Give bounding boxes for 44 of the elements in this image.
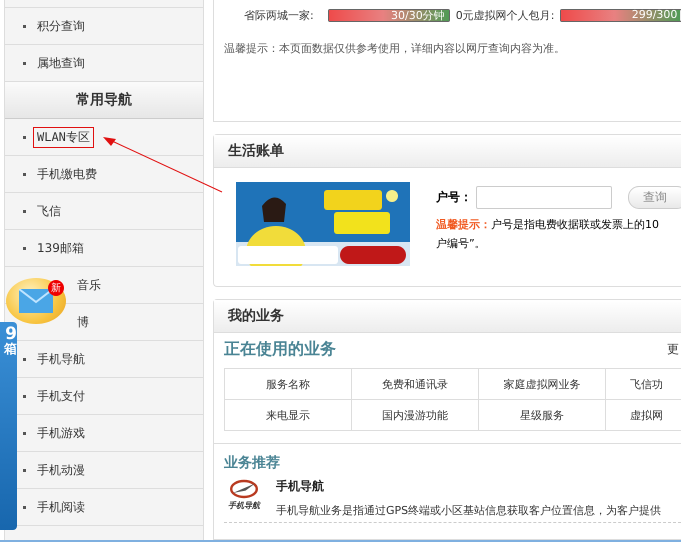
tip-text: 户编号”。 [436, 236, 486, 252]
sidebar-item[interactable]: 139邮箱 [33, 238, 88, 258]
more-link[interactable]: 更 [667, 341, 679, 358]
table-cell: 服务名称 [224, 368, 352, 400]
table-cell: 来电显示 [224, 400, 352, 430]
sidebar-item[interactable]: 飞信 [33, 200, 65, 222]
sidebar-item[interactable]: 博 [73, 312, 93, 332]
sidebar-item[interactable]: 手机动漫 [33, 460, 89, 480]
panel-text: 9 [5, 326, 17, 342]
table-cell: 家庭虚拟网业务 [478, 368, 606, 400]
field-label: 户号： [436, 189, 472, 206]
panel-text: 箱 [4, 342, 17, 358]
sidebar-item[interactable]: WLAN专区 [33, 126, 94, 148]
table-cell: 飞信功 [606, 368, 681, 400]
envelope-icon [19, 289, 53, 313]
sidebar-item[interactable]: 手机导航 [33, 348, 89, 370]
sidebar-item[interactable]: 音乐 [73, 274, 105, 296]
table-cell: 国内漫游功能 [352, 400, 478, 430]
sidebar-item[interactable]: 手机游戏 [33, 422, 89, 444]
panel-title: 生活账单 [228, 142, 284, 160]
meter-label: 省际两城一家: [244, 8, 314, 23]
account-input[interactable] [476, 186, 612, 209]
sidebar-item[interactable]: 属地查询 [33, 52, 89, 74]
new-badge: 新 [48, 280, 64, 296]
table-cell: 免费和通讯录 [352, 368, 478, 400]
meter-label: 0元虚拟网个人包月: [456, 8, 554, 23]
sidebar-item[interactable]: 手机支付 [33, 386, 89, 406]
nav-section-header: 常用导航 [5, 82, 203, 119]
service-description: 手机导航业务是指通过GPS终端或小区基站信息获取客户位置信息，为客户提供 [276, 503, 662, 518]
tip-text: 户号是指电费收据联或发票上的10 [491, 217, 659, 233]
notice-text: 温馨提示：本页面数据仅供参考使用，详细内容以网厅查询内容为准。 [224, 41, 566, 56]
tip-label: 温馨提示： [436, 217, 491, 233]
section-title: 业务推荐 [224, 454, 281, 472]
sidebar-item[interactable]: 积分查询 [33, 16, 89, 36]
service-name: 手机导航 [276, 478, 325, 495]
meter-reading: 30/30分钟 [391, 8, 445, 23]
sidebar-item[interactable]: 手机缴电费 [33, 164, 101, 184]
logo-caption: 手机导航 [228, 500, 260, 511]
sidebar-item[interactable]: 手机阅读 [33, 496, 89, 518]
meter-reading: 299/300 [632, 8, 678, 21]
compass-logo-icon [228, 478, 260, 500]
panel-title: 我的业务 [228, 307, 284, 325]
table-cell: 星级服务 [478, 400, 606, 430]
section-title: 正在使用的业务 [224, 339, 336, 360]
